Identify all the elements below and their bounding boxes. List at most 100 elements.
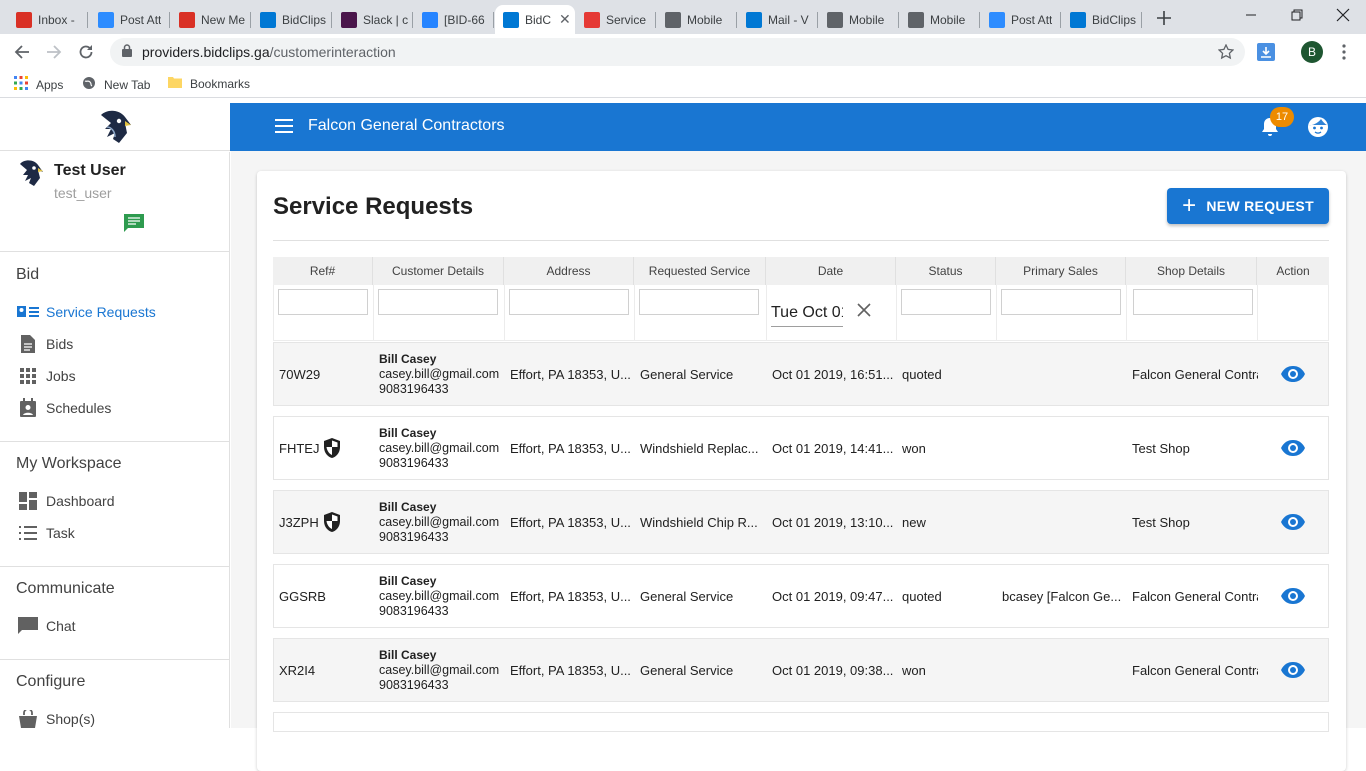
- column-header-address[interactable]: Address: [504, 257, 634, 285]
- address-cell: Effort, PA 18353, U...: [510, 440, 631, 456]
- column-header-shop[interactable]: Shop Details: [1126, 257, 1257, 285]
- sidebar-item-label: Shop(s): [46, 711, 96, 727]
- browser-tab[interactable]: Post Att: [90, 5, 170, 34]
- lock-icon: [122, 44, 132, 60]
- back-button[interactable]: [10, 40, 34, 64]
- browser-tab[interactable]: [BID-66: [414, 5, 494, 34]
- table-row[interactable]: XR2I4 Bill Casey casey.bill@gmail.com 9083…: [273, 638, 1329, 702]
- app-header: Falcon General Contractors 17: [230, 103, 1366, 151]
- table-row[interactable]: [273, 712, 1329, 732]
- url-host: providers.bidclips.ga: [142, 44, 270, 60]
- tab-separator: [250, 12, 251, 28]
- user-avatar[interactable]: [16, 158, 46, 193]
- column-header-ref[interactable]: Ref#: [273, 257, 373, 285]
- column-header-service[interactable]: Requested Service: [634, 257, 766, 285]
- table-row[interactable]: 70W29 Bill Casey casey.bill@gmail.com 9083…: [273, 342, 1329, 406]
- browser-toolbar: providers.bidclips.ga/customerinteractio…: [0, 34, 1366, 70]
- filter-address-input[interactable]: [509, 289, 629, 315]
- filter-sales-input[interactable]: [1001, 289, 1121, 315]
- filter-ref-input[interactable]: [278, 289, 368, 315]
- date-cell: Oct 01 2019, 13:10...: [772, 514, 894, 530]
- sidebar-item-dashboard[interactable]: Dashboard: [16, 489, 216, 513]
- sidebar-divider: [0, 251, 230, 252]
- forward-button[interactable]: [42, 40, 66, 64]
- browser-tab[interactable]: BidClips: [1062, 5, 1142, 34]
- zoom-icon: [989, 11, 1005, 28]
- star-icon[interactable]: [1217, 43, 1235, 63]
- table-row[interactable]: J3ZPH Bill Casey casey.bill@gmail.com 9083…: [273, 490, 1329, 554]
- bookmark-folder[interactable]: Bookmarks: [168, 76, 250, 91]
- sidebar-item-task[interactable]: Task: [16, 521, 216, 545]
- browser-tab[interactable]: Slack | c: [333, 5, 413, 34]
- view-eye-icon[interactable]: [1280, 363, 1306, 385]
- address-cell: Effort, PA 18353, U...: [510, 588, 631, 604]
- filter-shop-input[interactable]: [1133, 289, 1253, 315]
- sidebar-item-chat[interactable]: Chat: [16, 614, 216, 638]
- bookmark-new-tab[interactable]: New Tab: [82, 76, 150, 93]
- browser-tab[interactable]: BidClips: [252, 5, 332, 34]
- browser-tab[interactable]: Mail - V: [738, 5, 818, 34]
- sidebar-item-jobs[interactable]: Jobs: [16, 364, 216, 388]
- browser-tab[interactable]: Inbox -: [8, 5, 88, 34]
- sidebar-logo[interactable]: [0, 103, 230, 151]
- column-header-date[interactable]: Date: [766, 257, 896, 285]
- browser-tab[interactable]: New Me: [171, 5, 251, 34]
- date-cell: Oct 01 2019, 14:41...: [772, 440, 894, 456]
- user-chat-button[interactable]: [123, 213, 145, 238]
- column-header-primary-sales[interactable]: Primary Sales: [996, 257, 1126, 285]
- browser-tab[interactable]: Service: [576, 5, 656, 34]
- filter-date-input[interactable]: Tue Oct 01: [771, 299, 843, 327]
- filter-status-input[interactable]: [901, 289, 991, 315]
- bookmark-apps[interactable]: Apps: [14, 76, 63, 93]
- table-row[interactable]: GGSRB Bill Casey casey.bill@gmail.com 9083…: [273, 564, 1329, 628]
- ref-cell: J3ZPH: [274, 491, 374, 553]
- address-cell: Effort, PA 18353, U...: [510, 514, 631, 530]
- tab-title: Service: [606, 12, 647, 27]
- view-eye-icon[interactable]: [1280, 659, 1306, 681]
- download-extension-icon[interactable]: [1257, 43, 1275, 61]
- close-tab-icon[interactable]: ✕: [559, 11, 571, 28]
- globe-icon: [827, 11, 843, 28]
- restore-window-button[interactable]: [1274, 0, 1320, 30]
- new-tab-button[interactable]: [1154, 8, 1174, 28]
- close-window-button[interactable]: [1320, 0, 1366, 30]
- clear-date-filter-button[interactable]: [857, 303, 871, 322]
- sidebar-item-shops[interactable]: Shop(s): [16, 707, 216, 731]
- slack-icon: [341, 11, 357, 28]
- status-cell: won: [902, 440, 926, 456]
- minimize-window-button[interactable]: [1228, 0, 1274, 30]
- section-title-bid: Bid: [16, 266, 40, 283]
- customer-cell: Bill Casey casey.bill@gmail.com 9083196433: [379, 647, 500, 692]
- browser-tab[interactable]: Mobile: [657, 5, 737, 34]
- reload-button[interactable]: [74, 40, 98, 64]
- sidebar-item-bids[interactable]: Bids: [16, 332, 216, 356]
- filter-customer-input[interactable]: [378, 289, 498, 315]
- browser-tab[interactable]: BidC ✕: [495, 5, 575, 34]
- sidebar-item-label: Task: [46, 525, 75, 541]
- browser-tab[interactable]: Mobile: [900, 5, 980, 34]
- browser-menu-button[interactable]: [1336, 42, 1352, 62]
- new-request-button[interactable]: + NEW REQUEST: [1167, 188, 1329, 224]
- reload-icon: [79, 45, 93, 59]
- user-handle: test_user: [54, 185, 112, 201]
- profile-avatar[interactable]: B: [1301, 41, 1323, 63]
- view-eye-icon[interactable]: [1280, 585, 1306, 607]
- service-cell: General Service: [640, 588, 734, 604]
- view-eye-icon[interactable]: [1280, 437, 1306, 459]
- outlook-icon: [260, 11, 276, 28]
- page-title: Service Requests: [273, 193, 474, 220]
- browser-tab[interactable]: Mobile: [819, 5, 899, 34]
- column-header-customer[interactable]: Customer Details: [373, 257, 504, 285]
- sidebar-item-schedules[interactable]: Schedules: [16, 396, 216, 420]
- table-row[interactable]: FHTEJ Bill Casey casey.bill@gmail.com 9083…: [273, 416, 1329, 480]
- filter-service-input[interactable]: [639, 289, 759, 315]
- hamburger-menu-button[interactable]: [274, 118, 294, 139]
- browser-tab[interactable]: Post Att: [981, 5, 1061, 34]
- address-bar[interactable]: providers.bidclips.ga/customerinteractio…: [110, 38, 1245, 66]
- view-eye-icon[interactable]: [1280, 511, 1306, 533]
- account-button[interactable]: [1307, 116, 1329, 143]
- service-requests-card: Service Requests + NEW REQUEST Ref# Cust…: [257, 171, 1346, 771]
- column-header-status[interactable]: Status: [896, 257, 996, 285]
- sidebar-item-service-requests[interactable]: Service Requests: [16, 300, 216, 324]
- tab-separator: [1060, 12, 1061, 28]
